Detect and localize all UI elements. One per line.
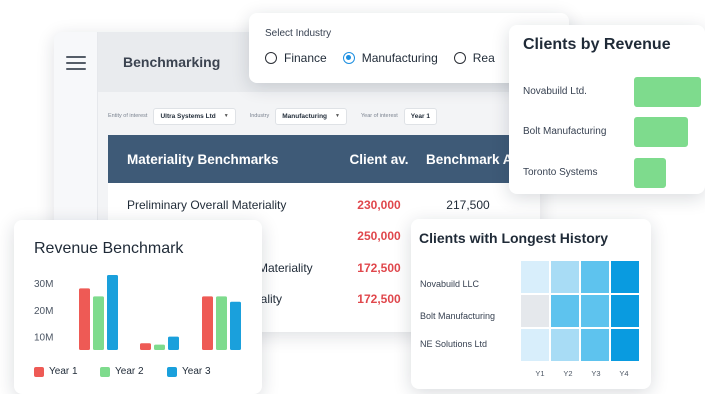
heatmap-cell[interactable]	[551, 329, 579, 361]
radio-checked-icon	[342, 52, 355, 64]
revenue-benchmark-chart: 30M 20M 10M	[34, 274, 241, 350]
heatmap-cell[interactable]	[551, 295, 579, 327]
radio-real-estate[interactable]: Rea	[453, 51, 495, 65]
bar-year-2[interactable]	[154, 344, 165, 350]
table-row[interactable]: Preliminary Overall Materiality 230,000 …	[108, 189, 540, 221]
heatmap-cell[interactable]	[611, 329, 639, 361]
industry-title: Select Industry	[265, 28, 332, 39]
year-label: Y3	[591, 369, 601, 378]
revenue-bar	[634, 77, 701, 107]
year-label: Y4	[619, 369, 629, 378]
heatmap-cell[interactable]	[581, 329, 609, 361]
year-select[interactable]: Year 1	[403, 107, 437, 125]
clients-by-revenue-title: Clients by Revenue	[523, 36, 671, 53]
revenue-benchmark-card: Revenue Benchmark 30M 20M 10M Year 1 Year …	[14, 220, 262, 394]
bar-year-1[interactable]	[140, 343, 151, 350]
heatmap-cell[interactable]	[521, 329, 549, 361]
revenue-client-row[interactable]: Novabuild Ltd.	[523, 77, 701, 107]
column-header-benchmark: Benchmark Av	[426, 151, 520, 167]
industry-select[interactable]: Manufacturing ▼	[275, 107, 347, 125]
column-header-client: Client av.	[349, 151, 409, 167]
page-title: Benchmarking	[123, 54, 221, 70]
legend-item-year-2: Year 2	[100, 366, 144, 377]
history-client-label: Bolt Manufacturing	[420, 311, 496, 321]
legend-swatch	[34, 366, 44, 377]
filter-label-industry: Industry	[249, 113, 270, 119]
revenue-bar	[634, 158, 667, 188]
bar-year-1[interactable]	[79, 288, 90, 350]
chevron-down-icon: ▼	[223, 113, 229, 119]
table-header: Materiality Benchmarks Client av. Benchm…	[108, 135, 540, 183]
bar-year-2[interactable]	[93, 296, 104, 350]
heatmap-cell[interactable]	[521, 261, 549, 293]
radio-manufacturing[interactable]: Manufacturing	[342, 51, 438, 65]
longest-history-card: Clients with Longest History Novabuild L…	[411, 219, 651, 389]
hamburger-menu-icon[interactable]	[66, 56, 86, 70]
clients-by-revenue-card: Clients by Revenue Novabuild Ltd. Bolt M…	[509, 25, 705, 194]
bar-year-2[interactable]	[216, 296, 227, 350]
y-tick-label: 20M	[34, 306, 53, 317]
heatmap-cell[interactable]	[611, 295, 639, 327]
industry-radio-group: Finance Manufacturing Rea	[265, 51, 495, 65]
legend-swatch	[100, 366, 110, 377]
year-label: Y2	[563, 369, 573, 378]
revenue-client-row[interactable]: Bolt Manufacturing	[523, 117, 698, 147]
history-client-label: NE Solutions Ltd	[420, 339, 488, 349]
legend-item-year-1: Year 1	[34, 366, 78, 377]
longest-history-title: Clients with Longest History	[419, 230, 609, 246]
column-header-benchmarks: Materiality Benchmarks	[127, 151, 279, 167]
bar-year-3[interactable]	[168, 336, 179, 350]
heatmap-cell[interactable]	[581, 295, 609, 327]
bar-year-3[interactable]	[230, 301, 241, 350]
y-tick-label: 30M	[34, 279, 53, 290]
filter-label-entity: Entity of interest	[108, 113, 148, 119]
radio-icon	[453, 52, 466, 64]
heatmap-cell[interactable]	[521, 295, 549, 327]
filter-label-year: Year of interest	[360, 113, 398, 119]
heatmap-cell[interactable]	[581, 261, 609, 293]
year-label: Y1	[535, 369, 545, 378]
radio-icon	[265, 52, 277, 64]
heatmap-cell[interactable]	[551, 261, 579, 293]
y-tick-label: 10M	[34, 333, 53, 344]
history-client-label: Novabuild LLC	[420, 279, 480, 289]
history-heatmap	[521, 261, 639, 361]
radio-finance[interactable]: Finance	[265, 51, 327, 65]
filter-bar: Entity of interest Ultra Systems Ltd ▼ In…	[108, 104, 530, 128]
heatmap-cell[interactable]	[611, 261, 639, 293]
bar-year-3[interactable]	[107, 274, 118, 350]
revenue-client-row[interactable]: Toronto Systems	[523, 158, 698, 188]
entity-select[interactable]: Ultra Systems Ltd ▼	[153, 107, 236, 125]
chevron-down-icon: ▼	[335, 113, 340, 119]
revenue-bar	[634, 117, 689, 147]
legend-item-year-3: Year 3	[167, 366, 211, 377]
bar-year-1[interactable]	[202, 296, 213, 350]
legend-swatch	[167, 366, 177, 377]
